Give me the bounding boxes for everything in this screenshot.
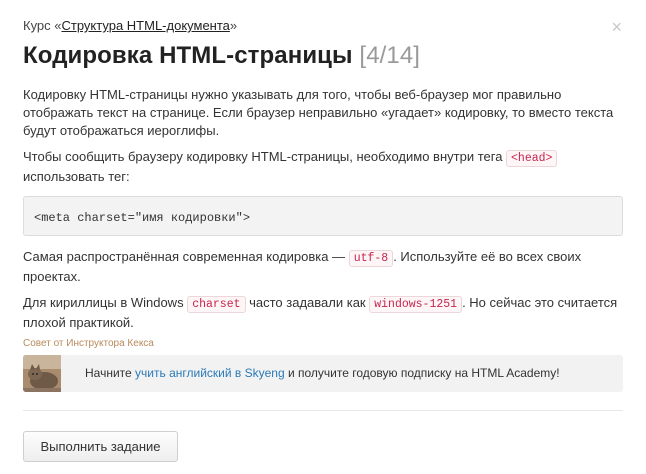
code-block: <meta charset="имя кодировки"> [23, 196, 623, 236]
tip-text-start: Начните [85, 366, 136, 380]
paragraph-text: часто задавали как [245, 295, 370, 310]
page-title: Кодировка HTML-страницы [4/14] [23, 42, 420, 70]
inline-code-charset: charset [187, 296, 246, 313]
course-breadcrumb: Курс «Структура HTML-документа» [23, 18, 237, 33]
course-prefix: Курс « [23, 18, 62, 33]
title-text: Кодировка HTML-страницы [23, 42, 353, 69]
inline-code-windows: windows-1251 [369, 296, 463, 313]
paragraph-text: Для кириллицы в Windows [23, 295, 188, 310]
divider [23, 410, 623, 411]
paragraph-text: Самая распространённая современная кодир… [23, 249, 349, 264]
submit-task-button[interactable]: Выполнить задание [23, 431, 178, 462]
paragraph-intro: Кодировку HTML-страницы нужно указывать … [23, 87, 614, 138]
paragraph-utf8: Самая распространённая современная кодир… [23, 248, 623, 286]
theory-content: Кодировку HTML-страницы нужно указывать … [23, 86, 623, 340]
tip-label: Совет от Инструктора Кекса [23, 338, 154, 349]
cat-avatar-icon [23, 355, 61, 392]
paragraph-text: Чтобы сообщить браузеру кодировку HTML-с… [23, 149, 507, 164]
inline-code-utf8: utf-8 [348, 250, 394, 267]
tip-box: Начните учить английский в Skyeng и полу… [23, 355, 623, 392]
skyeng-link[interactable]: учить английский в Skyeng [135, 366, 285, 380]
paragraph-windows: Для кириллицы в Windows charset часто за… [23, 294, 623, 332]
paragraph-text: использовать тег: [23, 169, 130, 184]
close-icon[interactable]: × [611, 18, 622, 36]
inline-code-head: <head> [506, 150, 558, 167]
paragraph-head-tag: Чтобы сообщить браузеру кодировку HTML-с… [23, 148, 623, 186]
course-link[interactable]: Структура HTML-документа [62, 18, 230, 33]
tip-text-end: и получите годовую подписку на HTML Acad… [284, 366, 560, 380]
tip-text: Начните учить английский в Skyeng и полу… [85, 366, 560, 380]
course-suffix: » [229, 18, 238, 33]
progress-indicator: [4/14] [359, 42, 421, 69]
